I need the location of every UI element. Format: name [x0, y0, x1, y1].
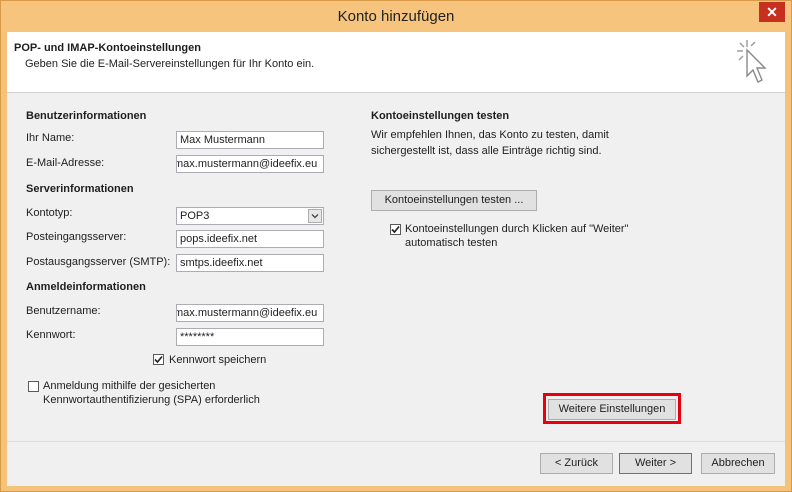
- window-title: Konto hinzufügen: [337, 8, 455, 25]
- outgoing-server-label: Postausgangsserver (SMTP):: [26, 256, 171, 268]
- password-label: Kennwort:: [26, 329, 76, 341]
- checkmark-icon: [154, 355, 163, 364]
- test-settings-heading: Kontoeinstellungen testen: [371, 110, 510, 122]
- spa-label-line1[interactable]: Anmeldung mithilfe der gesicherten: [43, 380, 215, 392]
- cursor-sparkle-icon: [737, 40, 767, 83]
- password-input[interactable]: [177, 329, 323, 345]
- remember-password-label[interactable]: Kennwort speichern: [169, 354, 266, 366]
- remember-password-checkbox[interactable]: [153, 354, 164, 365]
- password-field[interactable]: [176, 328, 324, 346]
- dialog-client-area: POP- und IMAP-Kontoeinstellungen Geben S…: [7, 32, 785, 486]
- server-info-heading: Serverinformationen: [26, 183, 134, 195]
- auto-test-label-line2[interactable]: automatisch testen: [405, 237, 497, 249]
- spa-checkbox[interactable]: [28, 381, 39, 392]
- spa-label-line2[interactable]: Kennwortauthentifizierung (SPA) erforder…: [43, 394, 260, 406]
- page-subtitle: Geben Sie die E-Mail-Servereinstellungen…: [25, 58, 315, 70]
- outgoing-server-input[interactable]: [177, 255, 323, 271]
- incoming-server-label: Posteingangsserver:: [26, 231, 127, 243]
- logon-info-heading: Anmeldeinformationen: [26, 281, 146, 293]
- cancel-button[interactable]: Abbrechen: [701, 453, 775, 474]
- test-account-settings-button[interactable]: Kontoeinstellungen testen ...: [371, 190, 537, 211]
- name-field[interactable]: [176, 131, 324, 149]
- chevron-down-icon[interactable]: [308, 209, 322, 223]
- account-type-label: Kontotyp:: [26, 207, 73, 219]
- username-field[interactable]: [176, 304, 324, 322]
- test-description-line1: Wir empfehlen Ihnen, das Konto zu testen…: [371, 129, 609, 141]
- email-field[interactable]: [176, 155, 324, 173]
- wizard-header: POP- und IMAP-Kontoeinstellungen Geben S…: [7, 32, 785, 93]
- incoming-server-field[interactable]: [176, 230, 324, 248]
- test-description-line2: sichergestellt ist, dass alle Einträge r…: [371, 145, 602, 157]
- user-info-heading: Benutzerinformationen: [26, 110, 147, 122]
- email-input[interactable]: [177, 156, 323, 172]
- footer-divider: [7, 441, 785, 442]
- checkmark-icon: [391, 225, 400, 234]
- account-type-value: POP3: [180, 210, 210, 222]
- name-input[interactable]: [177, 132, 323, 148]
- close-button[interactable]: ✕: [759, 2, 785, 22]
- outgoing-server-field[interactable]: [176, 254, 324, 272]
- username-input[interactable]: [177, 305, 323, 321]
- back-button[interactable]: < Zurück: [540, 453, 613, 474]
- auto-test-checkbox[interactable]: [390, 224, 401, 235]
- name-label: Ihr Name:: [26, 132, 75, 144]
- title-bar[interactable]: Konto hinzufügen ✕: [1, 1, 791, 32]
- account-type-select[interactable]: POP3: [176, 207, 324, 225]
- username-label: Benutzername:: [26, 305, 101, 317]
- email-label: E-Mail-Adresse:: [26, 157, 105, 169]
- more-settings-button[interactable]: Weitere Einstellungen: [548, 399, 676, 420]
- incoming-server-input[interactable]: [177, 231, 323, 247]
- auto-test-label-line1[interactable]: Kontoeinstellungen durch Klicken auf "We…: [405, 223, 628, 235]
- next-button[interactable]: Weiter >: [619, 453, 692, 474]
- page-title: POP- und IMAP-Kontoeinstellungen: [14, 42, 201, 54]
- dialog-window: Konto hinzufügen ✕ POP- und IMAP-Kontoei…: [0, 0, 792, 492]
